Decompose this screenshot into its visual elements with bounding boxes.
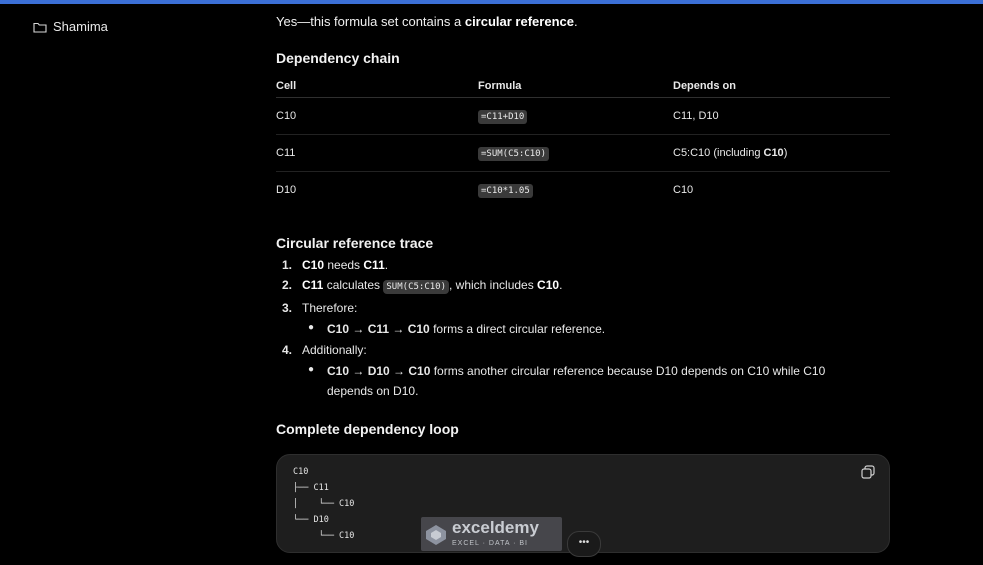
formula-code: =SUM(C5:C10) [478,147,550,161]
watermark: exceldemy EXCEL · DATA · BI [421,517,562,551]
depends-on: C10 [673,184,694,196]
table-header-row: Cell Formula Depends on [276,74,890,98]
loop-code: C10 ├── C11 │ └── C10 └── D10 └── C10 [293,467,355,541]
depends-on: C5:C10 (including C10) [673,134,890,172]
column-header-cell: Cell [276,74,478,98]
formula-code: =C11+D10 [478,110,528,124]
loop-heading: Complete dependency loop [276,421,459,437]
more-options-button[interactable]: ••• [567,531,601,557]
depends-on: C11, D10 [673,97,890,135]
inline-code: SUM(C5:C10) [383,280,449,294]
code-block: C10 ├── C11 │ └── C10 └── D10 └── C10 ex… [276,454,890,557]
sidebar: Shamima [0,4,260,565]
watermark-name: exceldemy [452,518,539,537]
sidebar-item-shamima[interactable]: Shamima [33,19,108,34]
table-row: D10 =C10*1.05 C10 [276,172,890,209]
intro-text: Yes—this formula set contains a circular… [276,14,578,29]
cell-ref: D10 [276,184,297,196]
column-header-formula: Formula [478,74,673,98]
folder-icon [33,21,47,33]
dependency-heading: Dependency chain [276,50,400,66]
watermark-tagline: EXCEL · DATA · BI [452,540,528,547]
formula-code: =C10*1.05 [478,184,533,198]
sidebar-item-label: Shamima [53,19,108,34]
cell-ref: C11 [276,134,478,172]
column-header-depends: Depends on [673,74,890,98]
copy-icon[interactable] [860,464,876,480]
trace-heading: Circular reference trace [276,235,434,251]
cell-ref: C10 [276,97,478,135]
dependency-table: Cell Formula Depends on C10 =C11+D10 C11… [276,74,890,208]
table-row: C10 =C11+D10 C11, D10 [276,97,890,135]
exceldemy-logo-icon [425,524,447,546]
table-row: C11 =SUM(C5:C10) C5:C10 (including C10) [276,134,890,172]
